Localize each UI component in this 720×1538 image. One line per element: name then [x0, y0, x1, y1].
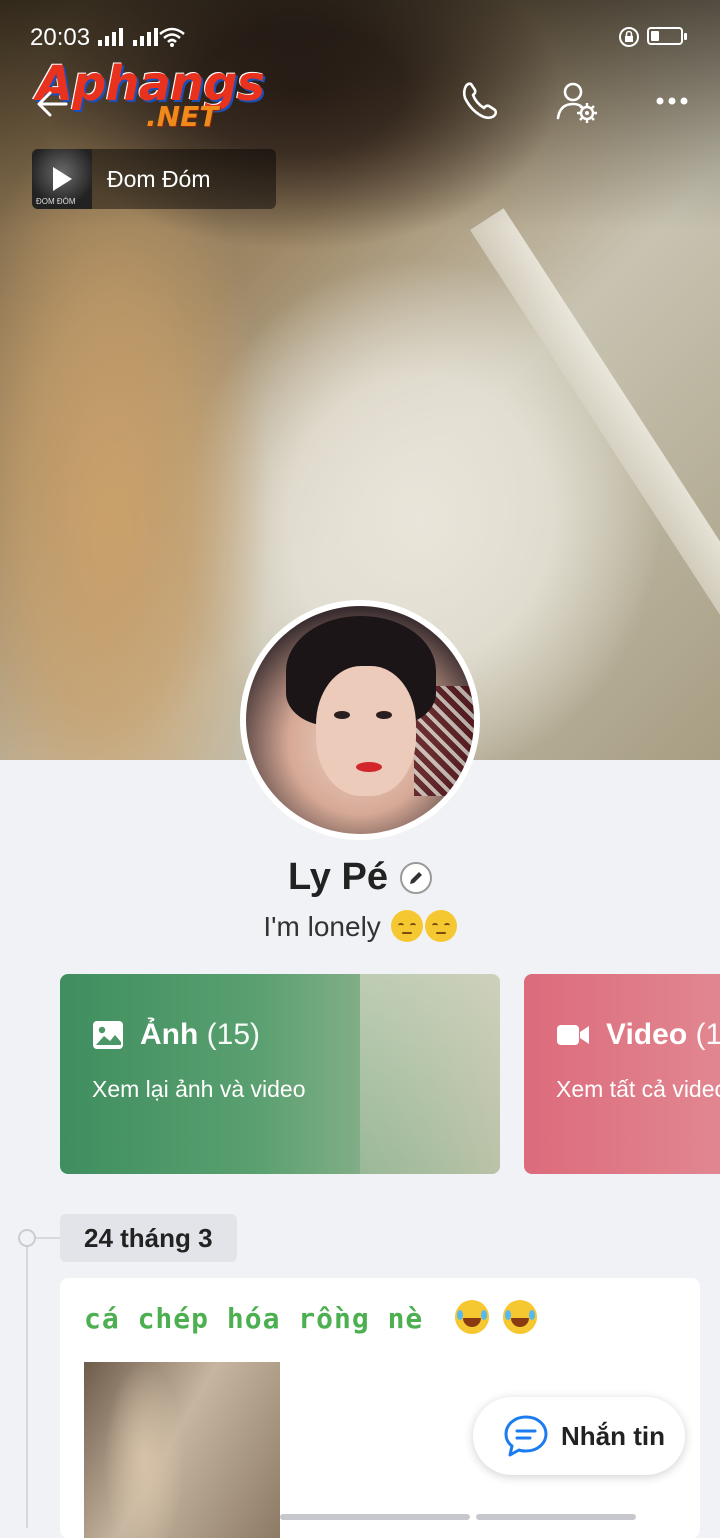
- more-options-icon[interactable]: [648, 76, 698, 126]
- profile-status-text: I'm lonely: [263, 911, 381, 942]
- back-arrow-icon[interactable]: [30, 82, 74, 126]
- message-button-label: Nhắn tin: [561, 1420, 665, 1451]
- post-text-row: cá chép hóa rồng nè: [84, 1300, 538, 1335]
- pencil-icon: [409, 871, 422, 884]
- signal-icon: [98, 28, 158, 46]
- image-icon: [93, 1021, 123, 1049]
- music-thumbnail: ĐOM ĐÓM: [32, 149, 92, 209]
- photos-card-title: Ảnh: [140, 1018, 199, 1051]
- rotation-lock-icon: [619, 27, 639, 47]
- tears-of-joy-emoji-icon: [503, 1300, 538, 1334]
- timeline-tick: [34, 1237, 60, 1239]
- post-text: cá chép hóa rồng nè: [84, 1302, 424, 1335]
- photos-card-subtitle: Xem lại ảnh và video: [92, 1076, 306, 1102]
- scroll-indicator: [280, 1514, 470, 1520]
- photos-card-count: (15): [206, 1018, 261, 1051]
- profile-name: Ly Pé: [288, 856, 388, 898]
- scroll-indicator: [476, 1514, 636, 1520]
- timeline-line: [26, 1238, 28, 1528]
- timeline-date: 24 tháng 3: [60, 1214, 237, 1262]
- avatar[interactable]: [240, 600, 480, 840]
- profile-status: I'm lonely: [0, 910, 720, 943]
- post-photo[interactable]: [84, 1362, 280, 1538]
- wifi-icon: [159, 27, 185, 47]
- play-icon[interactable]: [50, 165, 74, 193]
- card-background-image: [360, 974, 500, 1174]
- battery-icon: [647, 27, 687, 45]
- profile-settings-icon[interactable]: [552, 76, 602, 126]
- tears-of-joy-emoji-icon: [455, 1300, 490, 1334]
- pensive-emoji-icon: [390, 910, 423, 942]
- music-title: Đom Đóm: [107, 165, 211, 192]
- music-thumb-caption: ĐOM ĐÓM: [36, 197, 76, 206]
- chat-bubble-icon: [504, 1415, 548, 1457]
- photos-card[interactable]: Ảnh (15) Xem lại ảnh và video: [60, 974, 500, 1174]
- videos-card-count: (1): [695, 1018, 720, 1051]
- videos-card-subtitle: Xem tất cả video: [556, 1076, 720, 1102]
- profile-name-row: Ly Pé: [0, 856, 720, 899]
- avatar-photo: [246, 606, 474, 834]
- videos-card-title: Video: [606, 1018, 688, 1051]
- edit-name-button[interactable]: [399, 861, 432, 894]
- video-camera-icon: [557, 1025, 589, 1045]
- timeline-dot: [18, 1229, 36, 1247]
- battery-level: [651, 31, 659, 41]
- cover-detail: [470, 208, 720, 700]
- message-button[interactable]: Nhắn tin: [473, 1397, 685, 1475]
- relieved-emoji-icon: [424, 910, 457, 942]
- status-time: 20:03: [30, 24, 91, 51]
- profile-music[interactable]: ĐOM ĐÓM Đom Đóm: [32, 149, 276, 209]
- phone-call-icon[interactable]: [456, 76, 506, 126]
- logo-sub: .NET: [146, 100, 219, 133]
- videos-card[interactable]: Video (1) Xem tất cả video: [524, 974, 720, 1174]
